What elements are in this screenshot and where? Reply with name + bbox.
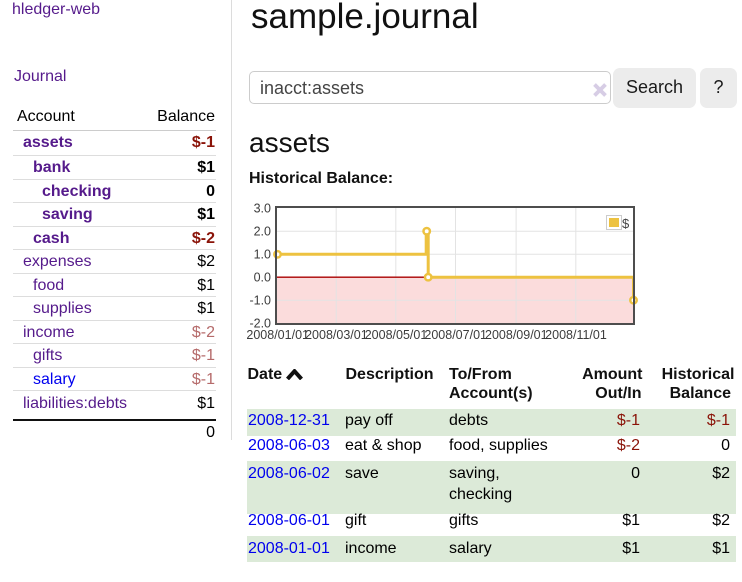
svg-text:1.0: 1.0	[254, 248, 271, 262]
svg-text:2008/09/01: 2008/09/01	[485, 328, 548, 342]
svg-text:2008/03/01: 2008/03/01	[305, 328, 368, 342]
svg-text:2008/01/01: 2008/01/01	[246, 328, 309, 342]
svg-text:2008/11/01: 2008/11/01	[545, 328, 607, 342]
svg-text:3.0: 3.0	[254, 202, 271, 216]
svg-text:2008/07/01: 2008/07/01	[424, 328, 487, 342]
svg-text:2.0: 2.0	[254, 225, 271, 239]
svg-text:0.0: 0.0	[254, 271, 271, 285]
svg-text:2008/05/01: 2008/05/01	[365, 328, 428, 342]
svg-text:$: $	[622, 216, 630, 231]
svg-text:-1.0: -1.0	[249, 294, 271, 308]
